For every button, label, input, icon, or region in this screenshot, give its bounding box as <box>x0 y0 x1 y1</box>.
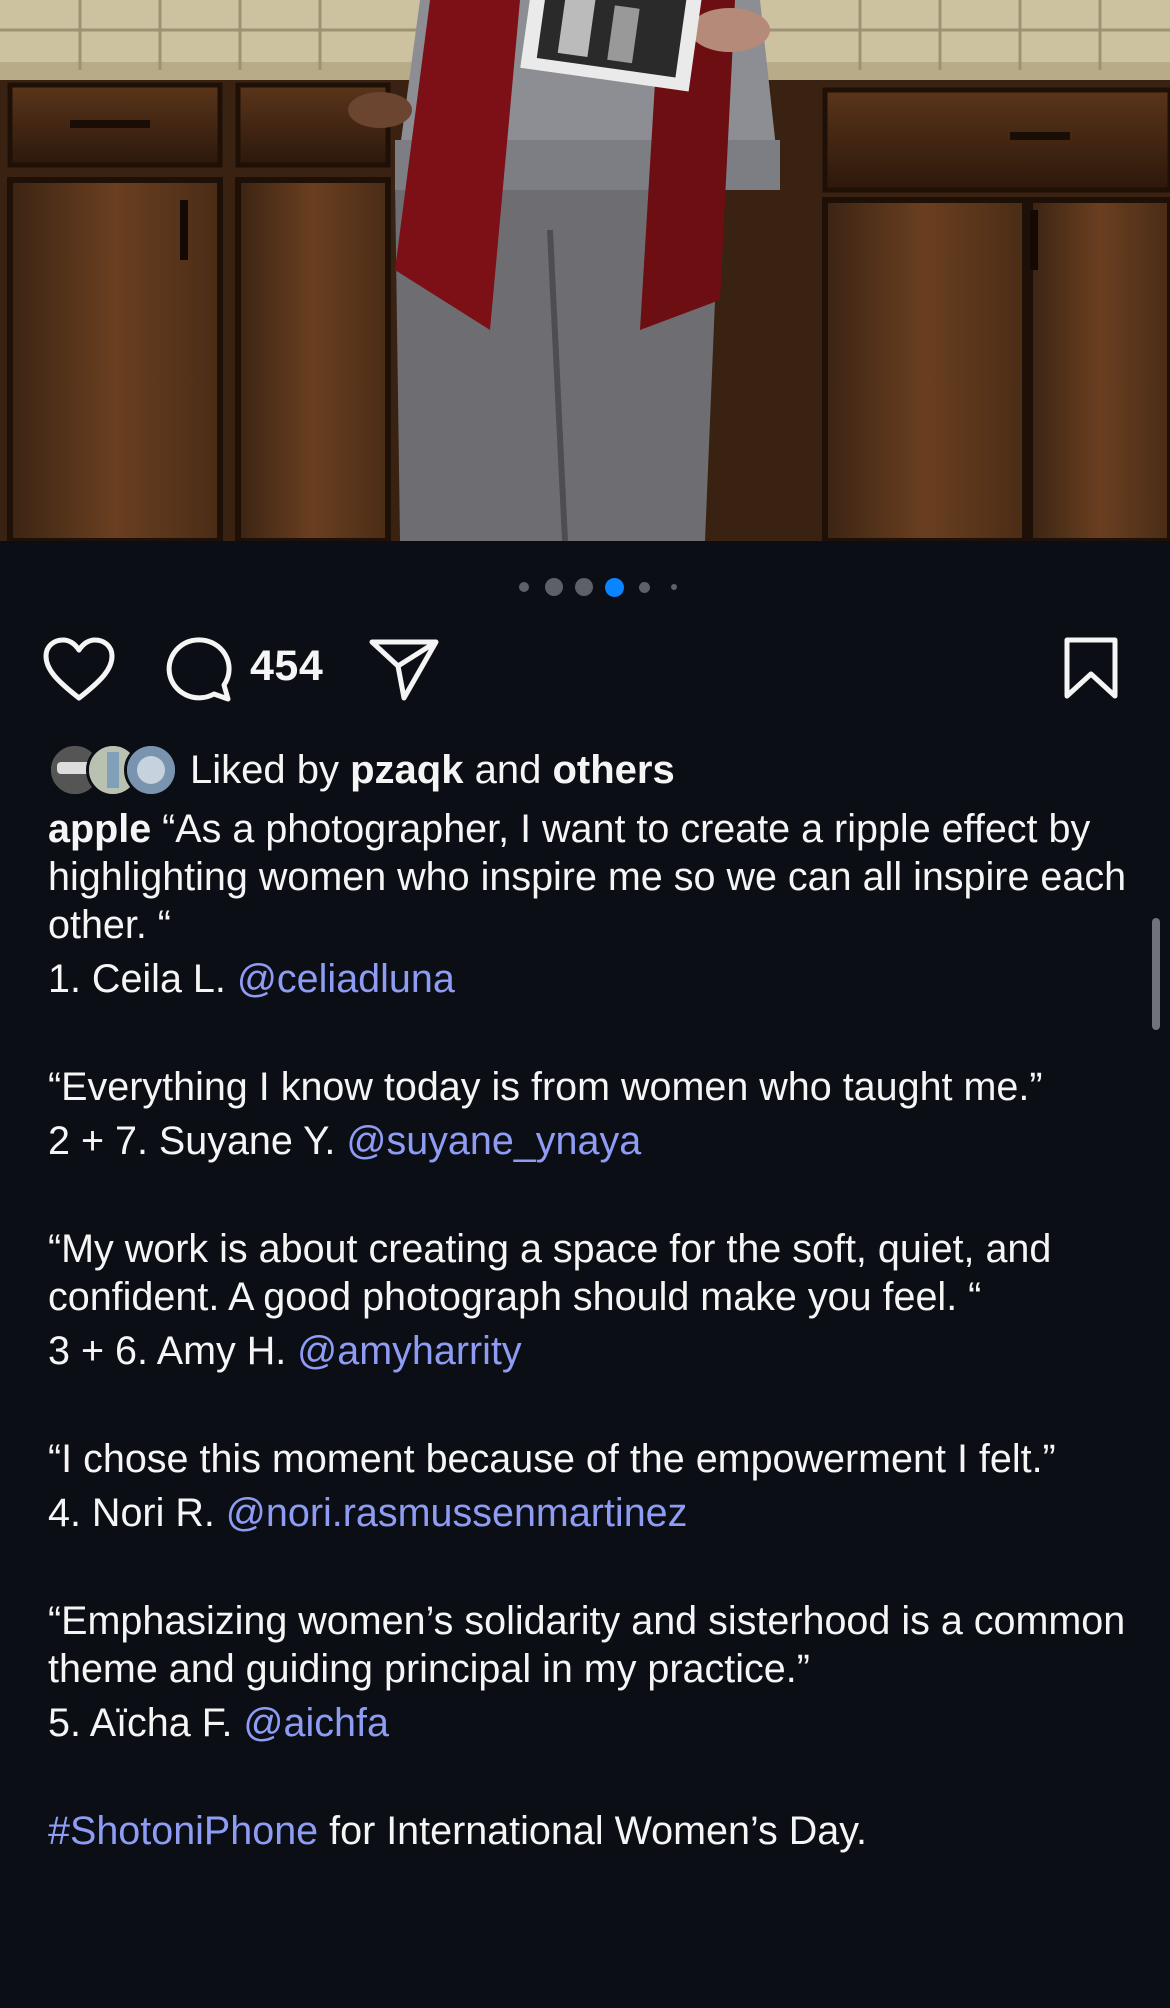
scrollbar[interactable] <box>1152 918 1160 1030</box>
caption-intro-text: “As a photographer, I want to create a r… <box>48 807 1127 947</box>
author-username[interactable]: apple <box>48 807 151 851</box>
likes-others-link[interactable]: others <box>552 748 674 792</box>
credit-text: 4. Nori R. <box>48 1491 226 1535</box>
caption-closing-text: for International Women’s Day. <box>318 1809 868 1853</box>
carousel-dot <box>519 582 529 592</box>
hashtag-link[interactable]: #ShotoniPhone <box>48 1809 318 1853</box>
heart-icon[interactable] <box>42 636 116 707</box>
bookmark-icon[interactable] <box>1062 636 1120 705</box>
caption-credit: 1. Ceila L. @celiadluna <box>48 955 1128 1003</box>
likes-summary[interactable]: Liked by pzaqk and others <box>48 740 675 800</box>
carousel-dot <box>639 582 650 593</box>
credit-text: 3 + 6. Amy H. <box>48 1329 298 1373</box>
caption-quote: “Everything I know today is from women w… <box>48 1065 1043 1109</box>
post-caption: apple “As a photographer, I want to crea… <box>48 805 1128 1855</box>
paper-plane-icon[interactable] <box>368 636 440 707</box>
mention-link[interactable]: @amyharrity <box>297 1329 521 1373</box>
credit-text: 2 + 7. Suyane Y. <box>48 1119 347 1163</box>
carousel-indicator <box>0 575 1170 599</box>
caption-credit: 3 + 6. Amy H. @amyharrity <box>48 1327 1128 1375</box>
carousel-dot <box>671 584 677 590</box>
caption-quote: “I chose this moment because of the empo… <box>48 1437 1056 1481</box>
post-photo[interactable] <box>0 0 1170 541</box>
carousel-dot <box>545 578 563 596</box>
comment-bubble-icon[interactable] <box>164 635 234 708</box>
caption-credit: 5. Aïcha F. @aichfa <box>48 1699 1128 1747</box>
caption-quote: “My work is about creating a space for t… <box>48 1227 1052 1319</box>
caption-credit: 2 + 7. Suyane Y. @suyane_ynaya <box>48 1117 1128 1165</box>
liker-username[interactable]: pzaqk <box>350 748 463 792</box>
carousel-dot <box>575 578 593 596</box>
mention-link[interactable]: @celiadluna <box>237 957 455 1001</box>
avatar <box>124 743 178 797</box>
caption-quote: “Emphasizing women’s solidarity and sist… <box>48 1599 1126 1691</box>
carousel-dot-active <box>605 578 624 597</box>
caption-intro: apple “As a photographer, I want to crea… <box>48 805 1128 949</box>
comment-count[interactable]: 454 <box>250 642 323 691</box>
likes-text: Liked by pzaqk and others <box>190 748 675 793</box>
mention-link[interactable]: @nori.rasmussenmartinez <box>226 1491 688 1535</box>
likes-prefix: Liked by <box>190 747 351 792</box>
credit-text: 5. Aïcha F. <box>48 1701 244 1745</box>
caption-credit: 4. Nori R. @nori.rasmussenmartinez <box>48 1489 1128 1537</box>
likes-conjunction: and <box>463 747 553 792</box>
mention-link[interactable]: @suyane_ynaya <box>346 1119 641 1163</box>
liker-avatars <box>48 742 180 798</box>
credit-text: 1. Ceila L. <box>48 957 237 1001</box>
caption-closing: #ShotoniPhone for International Women’s … <box>48 1807 1128 1855</box>
mention-link[interactable]: @aichfa <box>243 1701 389 1745</box>
post-action-bar: 454 <box>0 632 1170 704</box>
